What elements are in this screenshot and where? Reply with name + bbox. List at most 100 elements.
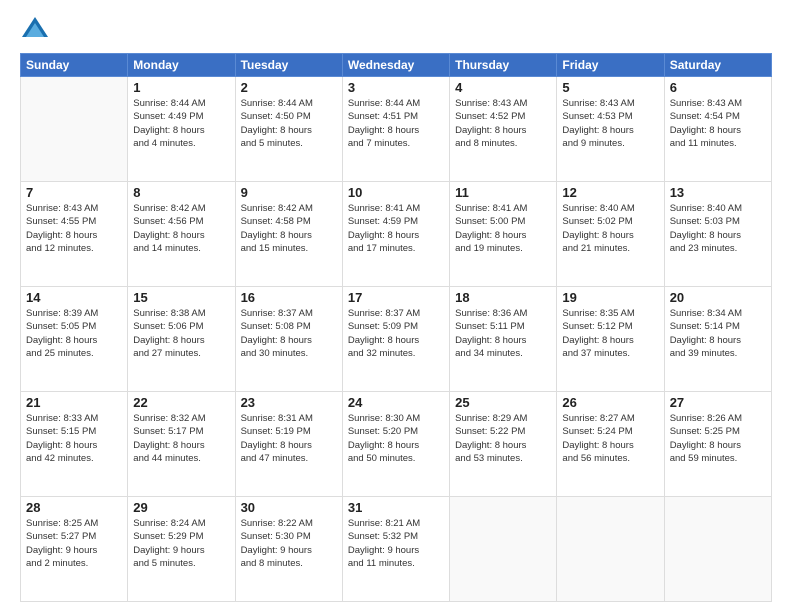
day-number: 14	[26, 290, 122, 305]
header	[20, 15, 772, 45]
day-number: 8	[133, 185, 229, 200]
calendar-page: SundayMondayTuesdayWednesdayThursdayFrid…	[0, 0, 792, 612]
calendar-cell: 11 Sunrise: 8:41 AM Sunset: 5:00 PM Dayli…	[450, 182, 557, 287]
weekday-header-saturday: Saturday	[664, 54, 771, 77]
calendar-cell: 18Sunrise: 8:36 AM Sunset: 5:11 PM Dayli…	[450, 287, 557, 392]
day-number: 7	[26, 185, 122, 200]
day-number: 16	[241, 290, 337, 305]
calendar-cell: 22 Sunrise: 8:32 AM Sunset: 5:17 PM Dayli…	[128, 392, 235, 497]
calendar-cell: 2 Sunrise: 8:44 AM Sunset: 4:50 PM Daylig…	[235, 77, 342, 182]
day-number: 23	[241, 395, 337, 410]
calendar-cell: 23 Sunrise: 8:31 AM Sunset: 5:19 PM Dayli…	[235, 392, 342, 497]
calendar-cell: 20 Sunrise: 8:34 AM Sunset: 5:14 PM Dayli…	[664, 287, 771, 392]
calendar-cell: 16 Sunrise: 8:37 AM Sunset: 5:08 PM Dayli…	[235, 287, 342, 392]
calendar-cell: 6 Sunrise: 8:43 AM Sunset: 4:54 PM Daylig…	[664, 77, 771, 182]
day-number: 13	[670, 185, 766, 200]
day-info: Sunrise: 8:41 AM Sunset: 4:59 PM Dayligh…	[348, 202, 444, 255]
day-number: 26	[562, 395, 658, 410]
day-info: Sunrise: 8:27 AM Sunset: 5:24 PM Dayligh…	[562, 412, 658, 465]
calendar-cell: 3 Sunrise: 8:44 AM Sunset: 4:51 PM Daylig…	[342, 77, 449, 182]
calendar-cell: 28Sunrise: 8:25 AM Sunset: 5:27 PM Dayli…	[21, 497, 128, 602]
calendar-cell: 30Sunrise: 8:22 AM Sunset: 5:30 PM Dayli…	[235, 497, 342, 602]
calendar-cell: 21 Sunrise: 8:33 AM Sunset: 5:15 PM Dayli…	[21, 392, 128, 497]
calendar-cell: 24 Sunrise: 8:30 AM Sunset: 5:20 PM Dayli…	[342, 392, 449, 497]
day-info: Sunrise: 8:30 AM Sunset: 5:20 PM Dayligh…	[348, 412, 444, 465]
day-info: Sunrise: 8:29 AM Sunset: 5:22 PM Dayligh…	[455, 412, 551, 465]
logo	[20, 15, 54, 45]
calendar-cell: 10 Sunrise: 8:41 AM Sunset: 4:59 PM Dayli…	[342, 182, 449, 287]
day-info: Sunrise: 8:43 AM Sunset: 4:53 PM Dayligh…	[562, 97, 658, 150]
day-number: 12	[562, 185, 658, 200]
day-info: Sunrise: 8:42 AM Sunset: 4:56 PM Dayligh…	[133, 202, 229, 255]
calendar-cell: 13 Sunrise: 8:40 AM Sunset: 5:03 PM Dayli…	[664, 182, 771, 287]
day-number: 22	[133, 395, 229, 410]
day-number: 1	[133, 80, 229, 95]
week-row-4: 28Sunrise: 8:25 AM Sunset: 5:27 PM Dayli…	[21, 497, 772, 602]
calendar-cell: 5 Sunrise: 8:43 AM Sunset: 4:53 PM Daylig…	[557, 77, 664, 182]
weekday-header-friday: Friday	[557, 54, 664, 77]
calendar-cell: 31 Sunrise: 8:21 AM Sunset: 5:32 PM Dayli…	[342, 497, 449, 602]
day-info: Sunrise: 8:39 AM Sunset: 5:05 PM Dayligh…	[26, 307, 122, 360]
calendar-cell	[21, 77, 128, 182]
calendar-cell: 29 Sunrise: 8:24 AM Sunset: 5:29 PM Dayli…	[128, 497, 235, 602]
day-number: 29	[133, 500, 229, 515]
day-number: 17	[348, 290, 444, 305]
day-number: 21	[26, 395, 122, 410]
weekday-header-wednesday: Wednesday	[342, 54, 449, 77]
day-number: 2	[241, 80, 337, 95]
week-row-1: 7 Sunrise: 8:43 AM Sunset: 4:55 PM Daylig…	[21, 182, 772, 287]
weekday-header-thursday: Thursday	[450, 54, 557, 77]
calendar-cell: 17 Sunrise: 8:37 AM Sunset: 5:09 PM Dayli…	[342, 287, 449, 392]
calendar-cell	[557, 497, 664, 602]
day-number: 3	[348, 80, 444, 95]
day-info: Sunrise: 8:43 AM Sunset: 4:52 PM Dayligh…	[455, 97, 551, 150]
calendar-cell: 26 Sunrise: 8:27 AM Sunset: 5:24 PM Dayli…	[557, 392, 664, 497]
day-info: Sunrise: 8:32 AM Sunset: 5:17 PM Dayligh…	[133, 412, 229, 465]
calendar-cell: 7 Sunrise: 8:43 AM Sunset: 4:55 PM Daylig…	[21, 182, 128, 287]
day-info: Sunrise: 8:25 AM Sunset: 5:27 PM Dayligh…	[26, 517, 122, 570]
day-number: 10	[348, 185, 444, 200]
day-info: Sunrise: 8:42 AM Sunset: 4:58 PM Dayligh…	[241, 202, 337, 255]
day-info: Sunrise: 8:38 AM Sunset: 5:06 PM Dayligh…	[133, 307, 229, 360]
day-number: 6	[670, 80, 766, 95]
day-number: 9	[241, 185, 337, 200]
calendar-cell: 15Sunrise: 8:38 AM Sunset: 5:06 PM Dayli…	[128, 287, 235, 392]
calendar-cell: 27Sunrise: 8:26 AM Sunset: 5:25 PM Dayli…	[664, 392, 771, 497]
calendar-cell: 14 Sunrise: 8:39 AM Sunset: 5:05 PM Dayli…	[21, 287, 128, 392]
day-info: Sunrise: 8:24 AM Sunset: 5:29 PM Dayligh…	[133, 517, 229, 570]
day-number: 18	[455, 290, 551, 305]
day-info: Sunrise: 8:37 AM Sunset: 5:09 PM Dayligh…	[348, 307, 444, 360]
day-info: Sunrise: 8:26 AM Sunset: 5:25 PM Dayligh…	[670, 412, 766, 465]
day-number: 25	[455, 395, 551, 410]
calendar-cell: 4Sunrise: 8:43 AM Sunset: 4:52 PM Daylig…	[450, 77, 557, 182]
weekday-header-sunday: Sunday	[21, 54, 128, 77]
calendar-cell: 9 Sunrise: 8:42 AM Sunset: 4:58 PM Daylig…	[235, 182, 342, 287]
day-number: 5	[562, 80, 658, 95]
day-info: Sunrise: 8:37 AM Sunset: 5:08 PM Dayligh…	[241, 307, 337, 360]
weekday-header-tuesday: Tuesday	[235, 54, 342, 77]
day-info: Sunrise: 8:35 AM Sunset: 5:12 PM Dayligh…	[562, 307, 658, 360]
calendar-cell	[450, 497, 557, 602]
day-info: Sunrise: 8:43 AM Sunset: 4:54 PM Dayligh…	[670, 97, 766, 150]
day-info: Sunrise: 8:44 AM Sunset: 4:50 PM Dayligh…	[241, 97, 337, 150]
day-info: Sunrise: 8:34 AM Sunset: 5:14 PM Dayligh…	[670, 307, 766, 360]
calendar-cell: 1Sunrise: 8:44 AM Sunset: 4:49 PM Daylig…	[128, 77, 235, 182]
day-info: Sunrise: 8:31 AM Sunset: 5:19 PM Dayligh…	[241, 412, 337, 465]
calendar-cell: 12 Sunrise: 8:40 AM Sunset: 5:02 PM Dayli…	[557, 182, 664, 287]
day-number: 24	[348, 395, 444, 410]
day-number: 20	[670, 290, 766, 305]
day-info: Sunrise: 8:21 AM Sunset: 5:32 PM Dayligh…	[348, 517, 444, 570]
day-info: Sunrise: 8:41 AM Sunset: 5:00 PM Dayligh…	[455, 202, 551, 255]
day-info: Sunrise: 8:33 AM Sunset: 5:15 PM Dayligh…	[26, 412, 122, 465]
day-info: Sunrise: 8:40 AM Sunset: 5:03 PM Dayligh…	[670, 202, 766, 255]
day-info: Sunrise: 8:44 AM Sunset: 4:51 PM Dayligh…	[348, 97, 444, 150]
calendar-table: SundayMondayTuesdayWednesdayThursdayFrid…	[20, 53, 772, 602]
day-info: Sunrise: 8:43 AM Sunset: 4:55 PM Dayligh…	[26, 202, 122, 255]
calendar-cell	[664, 497, 771, 602]
day-number: 31	[348, 500, 444, 515]
week-row-3: 21 Sunrise: 8:33 AM Sunset: 5:15 PM Dayli…	[21, 392, 772, 497]
logo-icon	[20, 15, 50, 45]
day-info: Sunrise: 8:40 AM Sunset: 5:02 PM Dayligh…	[562, 202, 658, 255]
week-row-0: 1Sunrise: 8:44 AM Sunset: 4:49 PM Daylig…	[21, 77, 772, 182]
day-number: 11	[455, 185, 551, 200]
